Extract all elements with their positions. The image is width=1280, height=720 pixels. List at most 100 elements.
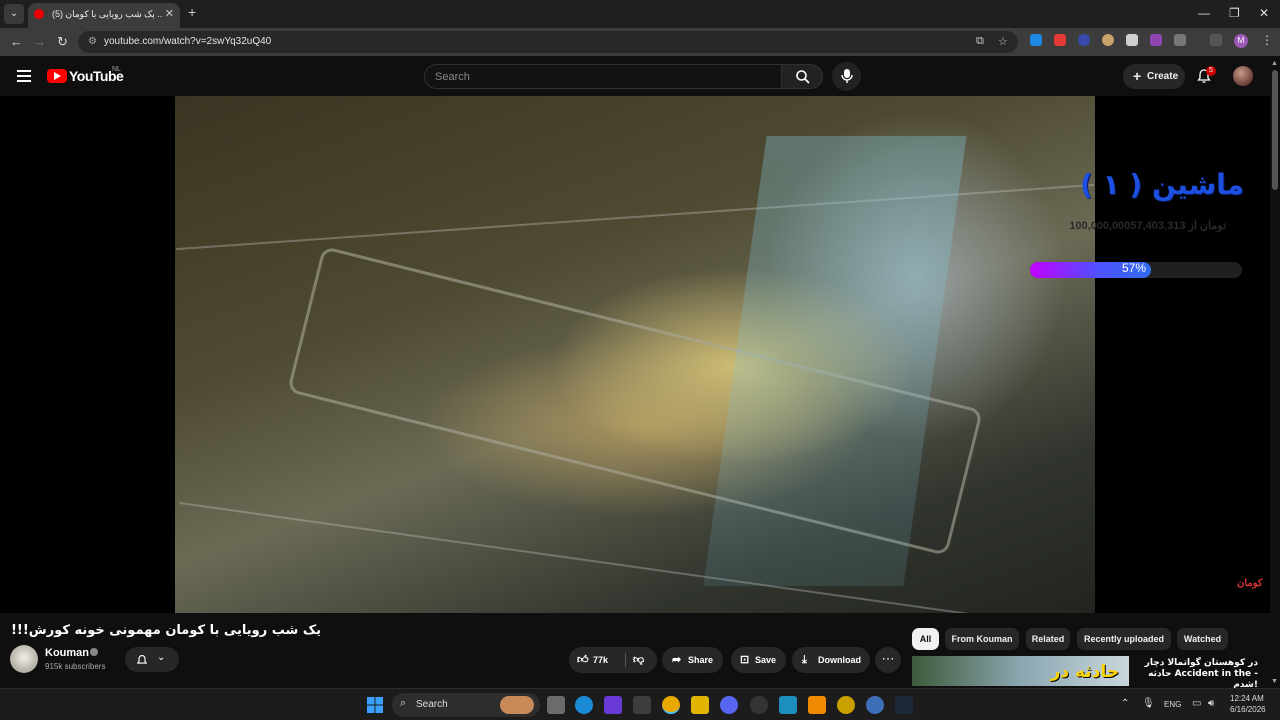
app-circle-icon[interactable]: [866, 696, 884, 714]
verified-badge-icon: [90, 648, 98, 656]
app-r-icon[interactable]: [604, 696, 622, 714]
account-avatar[interactable]: [1233, 66, 1253, 86]
like-divider: [625, 653, 626, 667]
thumbnail-text: حادثه در: [1050, 662, 1119, 682]
search-placeholder: Search: [435, 71, 470, 83]
bookmark-icon: ⊡: [740, 654, 750, 666]
install-app-icon[interactable]: ⧉: [976, 35, 984, 48]
recommended-thumbnail[interactable]: حادثه در: [912, 656, 1129, 686]
extension-icon-2[interactable]: [1054, 34, 1066, 46]
channel-name[interactable]: Kouman: [45, 647, 89, 659]
microphone-tray-icon[interactable]: 🎙︎: [1142, 698, 1155, 709]
reload-button[interactable]: ↻: [57, 34, 68, 50]
taskbar-search-box[interactable]: ⌕ Search: [392, 693, 540, 717]
plus-icon: +: [1133, 68, 1142, 84]
voice-search-button[interactable]: [832, 62, 861, 91]
extensions-puzzle-icon[interactable]: [1174, 34, 1186, 46]
youtube-logo-icon[interactable]: [47, 69, 67, 83]
extension-icon-3[interactable]: [1078, 34, 1090, 46]
address-bar[interactable]: ⚙ youtube.com/watch?v=2swYq32uQ40 ⧉ ☆: [78, 31, 1018, 53]
scrollbar-thumb[interactable]: [1272, 70, 1278, 190]
extension-icon-4[interactable]: [1102, 34, 1114, 46]
tab-title: (5) یک شب رویایی با کومان ...: [52, 9, 162, 19]
reading-list-icon[interactable]: [1210, 34, 1222, 46]
channel-avatar[interactable]: [10, 645, 38, 673]
download-button[interactable]: ⤓ Download: [792, 647, 870, 673]
microphone-icon: [841, 69, 853, 83]
youtube-favicon-icon: [34, 9, 44, 19]
chip-related[interactable]: Related: [1026, 628, 1070, 650]
create-label: Create: [1147, 71, 1179, 82]
steam-icon[interactable]: [895, 696, 913, 714]
close-window-button[interactable]: ✕: [1259, 6, 1269, 20]
taskbar-search-label: Search: [416, 699, 448, 710]
chrome-icon[interactable]: [662, 696, 680, 714]
app-coin-icon[interactable]: [837, 696, 855, 714]
browser-profile-avatar[interactable]: M: [1234, 34, 1248, 48]
youtube-header: YouTube NL Search + Create 5: [0, 56, 1280, 96]
bookmark-star-icon[interactable]: ☆: [998, 35, 1008, 48]
minimize-button[interactable]: —: [1198, 6, 1210, 20]
extension-icon-1[interactable]: [1030, 34, 1042, 46]
tray-overflow-icon[interactable]: ⌃: [1121, 698, 1129, 709]
app-m-icon[interactable]: [808, 696, 826, 714]
app-recording-icon[interactable]: [750, 696, 768, 714]
subscriber-count: 915k subscribers: [45, 662, 106, 671]
chip-watched[interactable]: Watched: [1177, 628, 1228, 650]
browser-tab-active[interactable]: (5) یک شب رویایی با کومان ... ✕: [28, 3, 180, 28]
chip-from-channel[interactable]: From Kouman: [945, 628, 1019, 650]
like-count[interactable]: 77k: [593, 647, 608, 673]
app-check-icon[interactable]: [779, 696, 797, 714]
more-actions-button[interactable]: ⋯: [875, 647, 901, 673]
new-tab-button[interactable]: +: [188, 4, 196, 20]
save-label: Save: [755, 655, 777, 665]
clock-time[interactable]: 12:24 AM: [1230, 694, 1264, 703]
search-highlight-icon: [500, 696, 534, 714]
share-button[interactable]: ➦ Share: [662, 647, 723, 673]
shield-extension-icon[interactable]: [1126, 34, 1138, 46]
task-view-icon[interactable]: [547, 696, 565, 714]
recommended-title[interactable]: در کوهستان گواتمالا دچار حادثه Accident …: [1134, 658, 1258, 691]
discord-icon[interactable]: [720, 696, 738, 714]
video-frame[interactable]: [175, 96, 1095, 613]
windows-start-icon[interactable]: [367, 697, 383, 713]
subscription-notifications-button[interactable]: ⌄: [125, 647, 179, 672]
search-input[interactable]: Search: [424, 64, 782, 89]
like-button[interactable]: 👍︎: [577, 647, 589, 673]
menu-icon[interactable]: [17, 70, 31, 82]
scroll-down-arrow-icon[interactable]: ▼: [1271, 678, 1278, 685]
back-button[interactable]: ←: [10, 34, 23, 49]
video-title: !!!یک شب رویایی با کومان مهمونی خونه کور…: [11, 623, 322, 638]
tab-close-icon[interactable]: ✕: [165, 7, 174, 20]
browser-tab-bar: ⌄ (5) یک شب رویایی با کومان ... ✕ + — ❐ …: [0, 0, 1280, 28]
create-button[interactable]: + Create: [1123, 64, 1185, 89]
file-explorer-icon[interactable]: [691, 696, 709, 714]
language-indicator[interactable]: ENG: [1164, 700, 1181, 709]
edge-browser-icon[interactable]: [575, 696, 593, 714]
save-button[interactable]: ⊡ Save: [731, 647, 786, 673]
like-dislike-group: 👍︎ 77k 👎︎: [569, 647, 657, 673]
site-info-icon[interactable]: ⚙: [88, 36, 97, 47]
volume-icon[interactable]: 🔊︎: [1208, 698, 1214, 709]
share-label: Share: [688, 655, 714, 665]
chevron-down-icon: ⌄: [157, 652, 166, 663]
donation-goal-title: ماشین ( ۱ ): [1080, 168, 1244, 201]
clock-date[interactable]: 6/16/2026: [1230, 705, 1266, 714]
bell-icon: [136, 654, 148, 664]
search-button[interactable]: [781, 64, 823, 89]
network-icon[interactable]: ▭: [1192, 698, 1201, 709]
channel-watermark-logo[interactable]: کومان: [1237, 578, 1263, 589]
taskbar-search-icon: ⌕: [400, 697, 407, 709]
chip-recently-uploaded[interactable]: Recently uploaded: [1077, 628, 1171, 650]
app-hex-icon[interactable]: [633, 696, 651, 714]
notification-count-badge: 5: [1206, 66, 1216, 76]
browser-menu-icon[interactable]: ⋮: [1261, 33, 1273, 47]
dislike-button[interactable]: 👎︎: [633, 647, 644, 673]
tab-search-menu-button[interactable]: ⌄: [4, 4, 24, 24]
restore-button[interactable]: ❐: [1229, 6, 1240, 20]
forward-button[interactable]: →: [33, 34, 46, 49]
donation-progress-label: 57%: [1121, 261, 1147, 275]
extension-icon-6[interactable]: [1150, 34, 1162, 46]
chip-all[interactable]: All: [912, 628, 939, 650]
scroll-up-arrow-icon[interactable]: ▲: [1271, 60, 1278, 67]
